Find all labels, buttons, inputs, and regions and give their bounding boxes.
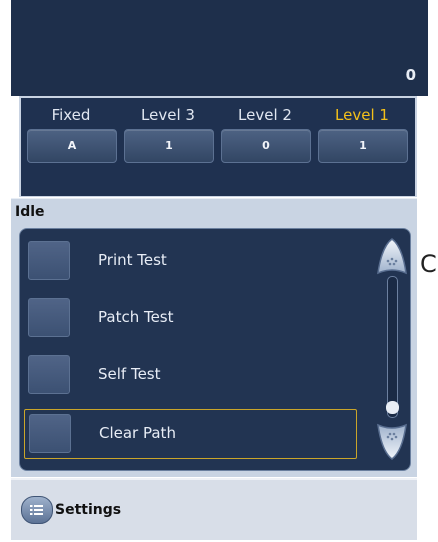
scroll-down-button[interactable]: [375, 421, 409, 461]
footer-bar: Settings: [11, 478, 417, 540]
settings-label: Settings: [55, 502, 122, 518]
level-value-button[interactable]: 1: [318, 129, 408, 163]
level-label: Level 1: [335, 106, 389, 124]
level-label: Level 2: [238, 106, 292, 124]
level-value-button[interactable]: 0: [221, 129, 311, 163]
test-label: Clear Path: [99, 424, 176, 442]
levels-panel: Fixed A Level 3 1 Level 2 0 Level 1 1: [19, 96, 417, 197]
test-checkbox[interactable]: [28, 355, 70, 394]
test-item-print[interactable]: Print Test: [28, 237, 355, 285]
test-label: Print Test: [98, 251, 167, 269]
level-fixed: Fixed A: [27, 102, 117, 163]
scrollbar-track[interactable]: [386, 276, 399, 418]
header-area: 0: [11, 0, 428, 96]
test-item-patch[interactable]: Patch Test: [28, 294, 355, 342]
test-label: Patch Test: [98, 308, 174, 326]
level-3: Level 3 1: [124, 102, 214, 163]
status-text: Idle: [15, 204, 45, 220]
status-bar: Idle: [11, 198, 417, 226]
item-counter: 0: [405, 66, 416, 84]
level-label: Fixed: [51, 106, 91, 124]
test-item-clear-path[interactable]: Clear Path: [24, 409, 357, 459]
scrollbar-thumb[interactable]: [386, 401, 399, 414]
test-list: Print Test Patch Test Self Test Clear Pa…: [19, 228, 411, 471]
test-label: Self Test: [98, 365, 161, 383]
level-1: Level 1 1: [318, 102, 408, 163]
chevron-down-icon: [377, 423, 407, 460]
scroll-up-button[interactable]: [375, 237, 409, 277]
level-value-button[interactable]: 1: [124, 129, 214, 163]
test-checkbox[interactable]: [28, 298, 70, 337]
level-2: Level 2 0: [221, 102, 311, 163]
test-list-container: Print Test Patch Test Self Test Clear Pa…: [11, 225, 417, 477]
level-value-button[interactable]: A: [27, 129, 117, 163]
test-checkbox[interactable]: [29, 414, 71, 453]
level-label: Level 3: [141, 106, 195, 124]
test-item-self[interactable]: Self Test: [28, 351, 355, 399]
chevron-up-icon: [377, 238, 407, 275]
test-checkbox[interactable]: [28, 241, 70, 280]
partial-edge-glyph: C: [420, 250, 437, 278]
list-icon: [21, 496, 53, 524]
settings-button[interactable]: Settings: [21, 495, 121, 525]
